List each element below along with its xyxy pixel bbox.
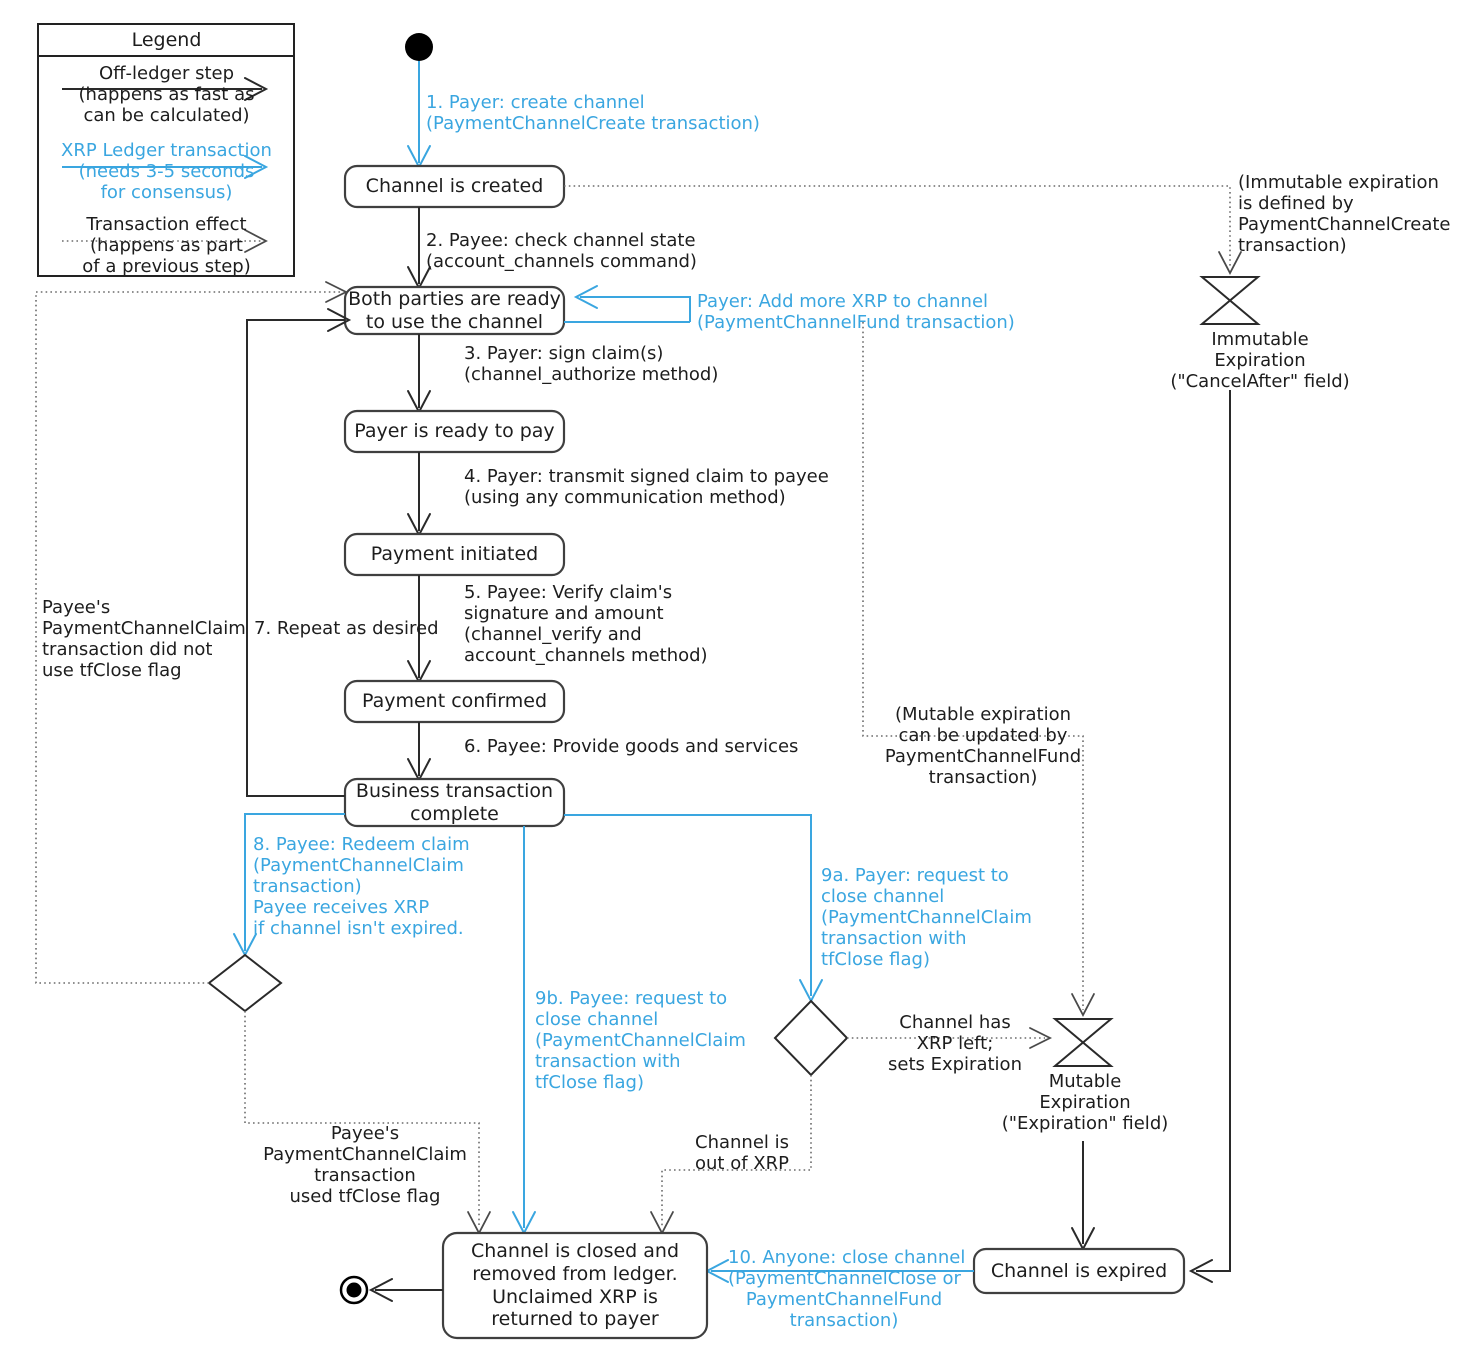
- edge-label-6-provide-goods: 6. Payee: Provide goods and services: [464, 736, 799, 757]
- label-channel-created: Channel is created: [365, 175, 544, 198]
- label-channel-expired: Channel is expired: [990, 1259, 1168, 1282]
- edge-repeat-as-desired: [246, 308, 352, 797]
- legend-label-off-ledger: Off-ledger step (happens as fast as can …: [78, 63, 255, 126]
- edge-label-3-sign-claims: 3. Payer: sign claim(s) (channel_authori…: [464, 343, 719, 385]
- edge-label-5-verify-claim: 5. Payee: Verify claim's signature and a…: [464, 582, 708, 666]
- edge-add-more-xrp: [564, 285, 691, 323]
- edge-label-9b-payee-close: 9b. Payee: request to close channel (Pay…: [535, 988, 746, 1093]
- edge-label-mutable-note: (Mutable expiration can be updated by Pa…: [884, 704, 1082, 788]
- edge-immutable-expires-channel: [1188, 390, 1231, 1283]
- initial-state-node: [405, 33, 433, 61]
- edge-label-used-tfclose: Payee's PaymentChannelClaim transaction …: [263, 1123, 467, 1207]
- edge-label-channel-has-xrp: Channel has XRP left; sets Expiration: [888, 1012, 1022, 1075]
- edge-label-immutable-note: (Immutable expiration is defined by Paym…: [1238, 172, 1451, 256]
- final-state-core: [346, 1282, 362, 1298]
- decision-claim-tfclose: [207, 953, 283, 1013]
- label-payment-initiated: Payment initiated: [370, 543, 539, 566]
- edge-transmit-claim: [407, 452, 431, 538]
- label-business-complete: Business transaction complete: [355, 779, 554, 825]
- legend-title: Legend: [131, 29, 202, 51]
- label-channel-closed: Channel is closed and removed from ledge…: [470, 1239, 680, 1331]
- decision-channel-has-xrp: [773, 999, 849, 1077]
- edge-label-9a-payer-close: 9a. Payer: request to close channel (Pay…: [821, 865, 1032, 970]
- edge-label-2-check-state: 2. Payee: check channel state (account_c…: [426, 230, 697, 272]
- edge-payee-close-channel: [512, 826, 536, 1236]
- edge-payer-close-channel: [564, 814, 823, 1004]
- edge-to-final-state: [368, 1278, 443, 1302]
- edge-mutable-expires-channel: [1071, 1141, 1095, 1252]
- edge-label-add-more-xrp: Payer: Add more XRP to channel (PaymentC…: [697, 291, 1015, 333]
- edge-label-10-anyone-close: 10. Anyone: close channel (PaymentChanne…: [728, 1247, 966, 1331]
- label-payer-ready-to-pay: Payer is ready to pay: [354, 420, 555, 443]
- mutable-expiration-hourglass-icon: [1052, 1018, 1114, 1067]
- edge-sign-claims: [407, 334, 431, 415]
- label-immutable-expiration: Immutable Expiration ("CancelAfter" fiel…: [1170, 329, 1350, 392]
- label-mutable-expiration: Mutable Expiration ("Expiration" field): [1001, 1071, 1169, 1134]
- payment-channel-diagram: Legend Off-ledger step (happens as fast …: [0, 0, 1478, 1367]
- edge-label-channel-out-xrp: Channel is out of XRP: [695, 1132, 789, 1174]
- immutable-expiration-hourglass-icon: [1199, 276, 1261, 325]
- label-payment-confirmed: Payment confirmed: [361, 690, 548, 713]
- edge-label-1-create-channel: 1. Payer: create channel (PaymentChannel…: [426, 92, 760, 134]
- edge-label-7-repeat: 7. Repeat as desired: [254, 618, 439, 639]
- edge-provide-goods: [407, 722, 431, 783]
- edge-label-no-tfclose: Payee's PaymentChannelClaim transaction …: [42, 597, 246, 681]
- legend-label-transaction-effect: Transaction effect (happens as part of a…: [82, 214, 251, 277]
- label-both-parties-ready: Both parties are ready to use the channe…: [348, 287, 561, 333]
- edge-label-8-redeem-claim: 8. Payee: Redeem claim (PaymentChannelCl…: [253, 834, 470, 939]
- edge-label-4-transmit-claim: 4. Payer: transmit signed claim to payee…: [464, 466, 829, 508]
- legend-label-xrp-ledger: XRP Ledger transaction (needs 3-5 second…: [61, 140, 272, 203]
